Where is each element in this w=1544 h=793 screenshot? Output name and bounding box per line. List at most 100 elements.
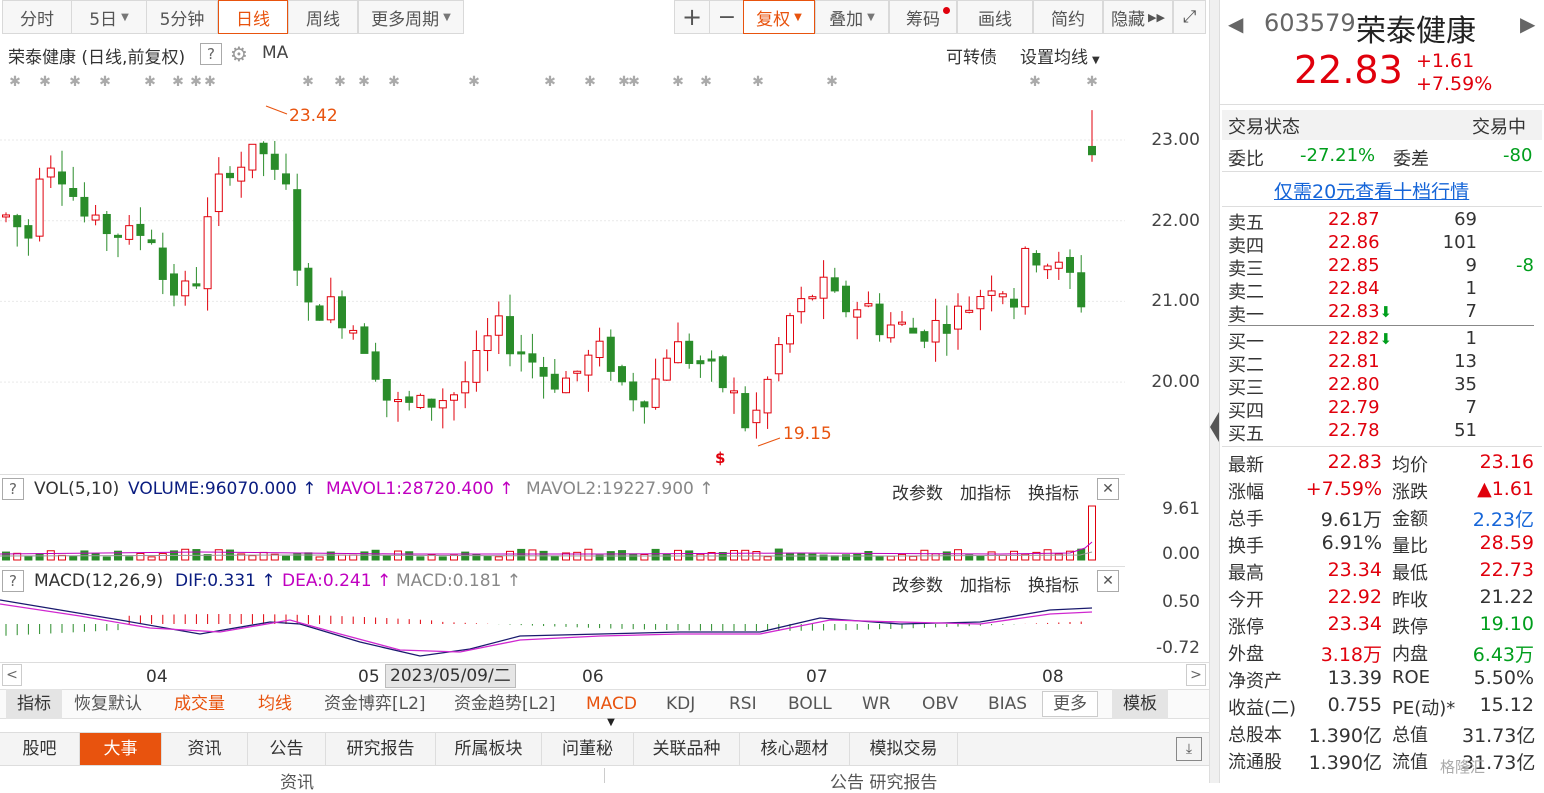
candle-body (450, 394, 458, 401)
bottom-tab-sim-trade[interactable]: 模拟交易 (850, 733, 958, 765)
collapse-arrow-icon[interactable]: ▼ (586, 718, 636, 730)
period-tab-intraday[interactable]: 分时 (2, 0, 72, 34)
stat-value: 23.16 (1479, 451, 1534, 473)
ma-label[interactable]: MA (262, 43, 288, 63)
bottom-tab-research[interactable]: 研究报告 (326, 733, 436, 765)
red-dot-icon (943, 7, 950, 14)
candle-body (293, 189, 302, 271)
period-tab-daily[interactable]: 日线 (218, 0, 288, 34)
event-marker: ✱ (468, 74, 480, 90)
candle-body (203, 216, 212, 290)
macd-modify-params[interactable]: 改参数 (892, 571, 943, 596)
event-marker: ✱ (752, 74, 764, 90)
period-tab-5day[interactable]: 5日 ▼ (71, 0, 147, 34)
volume-bar (954, 549, 962, 561)
macd-help-button[interactable]: ? (2, 570, 24, 592)
indicator-tab-wr[interactable]: WR (862, 689, 891, 719)
gear-icon[interactable]: ⚙ (230, 42, 248, 66)
volume-bar (248, 555, 257, 561)
indicator-tab-bias[interactable]: BIAS (988, 689, 1027, 719)
indicator-tab-rsi[interactable]: RSI (729, 689, 757, 719)
candle-body (573, 370, 582, 374)
indicator-tab-fund-trend[interactable]: 资金趋势[L2] (454, 689, 556, 719)
download-icon[interactable]: ⤓ (1176, 737, 1202, 761)
bottom-tab-events[interactable]: 大事 (80, 733, 162, 765)
event-marker: ✱ (144, 74, 156, 90)
stat-label: 内盘 (1392, 644, 1428, 665)
bottom-tab-guba[interactable]: 股吧 (0, 733, 80, 765)
fullscreen-button[interactable]: ⤢ (1173, 0, 1206, 34)
vol-add-indicator[interactable]: 加指标 (960, 479, 1011, 504)
scroll-left-button[interactable]: < (2, 664, 22, 686)
indicator-tab-fund-game[interactable]: 资金博弈[L2] (324, 689, 426, 719)
news-section-title: 资讯 (280, 773, 314, 793)
stat-value: ▲1.61 (1477, 478, 1534, 500)
vol-switch-indicator[interactable]: 换指标 (1028, 479, 1079, 504)
candle-body (338, 296, 346, 329)
chips-button[interactable]: 筹码 (889, 0, 957, 34)
scroll-right-button[interactable]: > (1186, 664, 1206, 686)
indicator-tab-volume[interactable]: 成交量 (174, 689, 225, 719)
stat-value: 1.390亿 (1308, 725, 1382, 747)
draw-button[interactable]: 画线 (957, 0, 1033, 34)
candle-body (214, 173, 223, 213)
cursor-date: 2023/05/09/二 (385, 664, 516, 688)
indicator-tab-reset[interactable]: 恢复默认 (74, 689, 142, 719)
hide-button[interactable]: 隐藏 ▶▶ (1103, 0, 1173, 34)
dividend-marker[interactable]: $ (715, 449, 725, 467)
adjust-button[interactable]: 复权 ▼ (743, 0, 815, 34)
indicator-tab-template[interactable]: 模板 (1112, 689, 1168, 719)
macd-add-indicator[interactable]: 加指标 (960, 571, 1011, 596)
simple-button[interactable]: 简约 (1033, 0, 1103, 34)
macd-close-button[interactable]: ✕ (1097, 570, 1119, 592)
event-marker: ✱ (388, 74, 400, 90)
bottom-tab-sector[interactable]: 所属板块 (436, 733, 542, 765)
candle-body (853, 309, 862, 318)
stat-label: 金额 (1392, 509, 1428, 530)
period-tab-weekly[interactable]: 周线 (288, 0, 358, 34)
candle-body (517, 351, 526, 355)
ask-price: 22.87 (1328, 209, 1380, 230)
bottom-tab-core-theme[interactable]: 核心题材 (740, 733, 850, 765)
bottom-tab-ask-secretary[interactable]: 问董秘 (542, 733, 634, 765)
depth-upgrade-link[interactable]: 仅需20元查看十档行情 (1274, 177, 1469, 204)
stat-label: 外盘 (1228, 644, 1264, 665)
volume-bar (125, 556, 134, 561)
period-tab-5min[interactable]: 5分钟 (146, 0, 218, 34)
zoom-out-button[interactable]: − (709, 0, 745, 34)
overlay-button[interactable]: 叠加 ▼ (815, 0, 889, 34)
prev-stock-button[interactable]: ◀ (1228, 12, 1243, 36)
candle-body (506, 316, 514, 355)
candle-body (394, 399, 402, 403)
indicator-tab-boll[interactable]: BOLL (788, 689, 832, 719)
period-tab-more[interactable]: 更多周期 ▼ (358, 0, 464, 34)
indicator-tab-kdj[interactable]: KDJ (666, 689, 695, 719)
vol-help-button[interactable]: ? (2, 478, 24, 500)
event-marker: ✱ (69, 74, 81, 90)
candlestick-chart[interactable]: ✱ ✱ ✱ ✱ ✱ ✱ ✱ ✱ ✱ ✱ ✱ ✱ ✱ ✱ ✱ ✱✱ ✱ ✱ ✱ ✱ ✱ ✱ (0, 64, 1210, 474)
next-stock-button[interactable]: ▶ (1520, 12, 1535, 36)
volume-bar (741, 549, 750, 561)
volume-bar (349, 554, 358, 561)
bottom-tab-related[interactable]: 关联品种 (634, 733, 740, 765)
indicator-tab-macd[interactable]: MACD (586, 689, 637, 719)
volume-bar (102, 556, 111, 561)
indicator-tab-more[interactable]: 更多 (1042, 691, 1098, 717)
candle-body (920, 331, 929, 342)
vol-close-button[interactable]: ✕ (1097, 478, 1119, 500)
zoom-in-button[interactable]: + (674, 0, 710, 34)
macd-switch-indicator[interactable]: 换指标 (1028, 571, 1079, 596)
indicator-tab-ma[interactable]: 均线 (258, 689, 292, 719)
vol-modify-params[interactable]: 改参数 (892, 479, 943, 504)
bid-volume: 1 (1465, 328, 1477, 349)
help-button[interactable]: ? (200, 43, 222, 65)
indicator-tab-obv[interactable]: OBV (922, 689, 958, 719)
down-arrow-icon: ⬇ (1379, 303, 1393, 321)
volume-bar (35, 553, 44, 561)
bottom-tab-news[interactable]: 资讯 (162, 733, 248, 765)
candle-body (707, 358, 716, 362)
stat-value: 22.83 (1327, 451, 1382, 473)
bottom-tab-announcements[interactable]: 公告 (248, 733, 326, 765)
macd-y-bottom: -0.72 (1156, 638, 1200, 658)
candle-body (595, 340, 604, 359)
